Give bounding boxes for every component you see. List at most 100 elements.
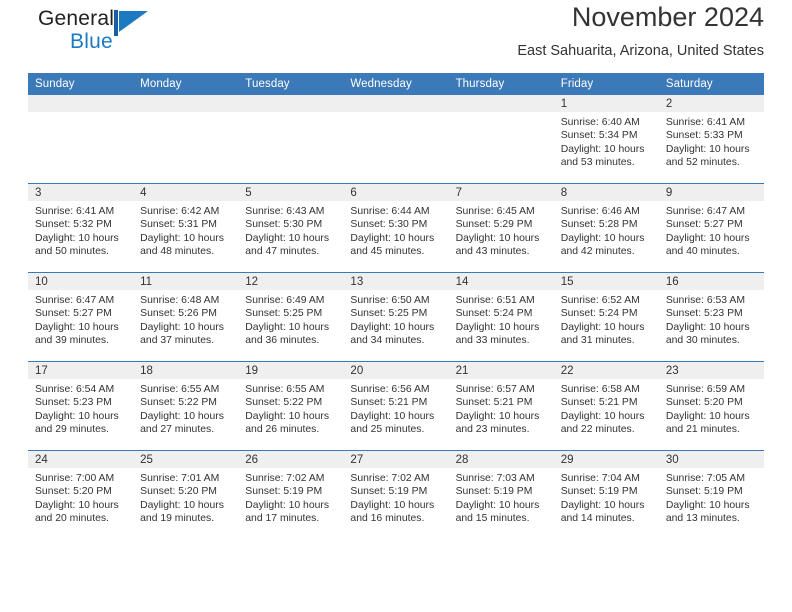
sunset-time: Sunset: 5:22 PM <box>245 397 323 409</box>
calendar-day-cell[interactable]: 7 Sunrise: 6:45 AM Sunset: 5:29 PM Daylight… <box>448 183 554 273</box>
daylight-duration-line1: Daylight: 10 hours <box>350 321 435 333</box>
sunset-time: Sunset: 5:22 PM <box>140 397 217 409</box>
day-number: 19 <box>238 362 344 379</box>
daylight-duration-line2: and 33 minutes. <box>455 334 530 346</box>
sunset-time: Sunset: 5:24 PM <box>455 308 533 320</box>
day-details: Sunrise: 7:04 AM Sunset: 5:19 PM Daylight:… <box>554 468 659 525</box>
calendar-day-cell[interactable]: 13 Sunrise: 6:50 AM Sunset: 5:25 PM Dayligh… <box>343 272 449 362</box>
calendar-cell-empty <box>448 95 554 184</box>
calendar-day-cell[interactable]: 9 Sunrise: 6:47 AM Sunset: 5:27 PM Daylight… <box>658 183 764 273</box>
sunrise-time: Sunrise: 6:59 AM <box>665 384 745 395</box>
day-number: 23 <box>658 362 764 379</box>
day-details: Sunrise: 7:00 AM Sunset: 5:20 PM Daylight:… <box>28 468 133 525</box>
daylight-duration-line2: and 23 minutes. <box>455 423 530 435</box>
daylight-duration-line1: Daylight: 10 hours <box>35 232 119 244</box>
daylight-duration-line1: Daylight: 10 hours <box>35 499 119 511</box>
calendar-day-cell[interactable]: 6 Sunrise: 6:44 AM Sunset: 5:30 PM Daylight… <box>343 183 449 273</box>
calendar-day-cell[interactable]: 28 Sunrise: 7:03 AM Sunset: 5:19 PM Dayligh… <box>448 450 554 539</box>
calendar-day-cell[interactable]: 30 Sunrise: 7:05 AM Sunset: 5:19 PM Dayligh… <box>658 450 764 539</box>
daylight-duration-line1: Daylight: 10 hours <box>350 499 435 511</box>
day-details: Sunrise: 6:51 AM Sunset: 5:24 PM Daylight:… <box>449 290 554 347</box>
day-number <box>238 95 344 112</box>
weekday-header-sunday: Sunday <box>28 73 134 95</box>
daylight-duration-line2: and 25 minutes. <box>350 423 425 435</box>
calendar-day-cell[interactable]: 19 Sunrise: 6:55 AM Sunset: 5:22 PM Dayligh… <box>238 361 344 451</box>
day-number: 28 <box>448 451 554 468</box>
day-number: 21 <box>448 362 554 379</box>
day-number: 1 <box>553 95 659 112</box>
daylight-duration-line2: and 20 minutes. <box>35 512 109 524</box>
sunrise-time: Sunrise: 6:47 AM <box>35 295 115 306</box>
day-number: 15 <box>553 273 659 290</box>
calendar-day-cell[interactable]: 29 Sunrise: 7:04 AM Sunset: 5:19 PM Dayligh… <box>553 450 659 539</box>
daylight-duration-line1: Daylight: 10 hours <box>140 321 224 333</box>
day-number: 18 <box>133 362 239 379</box>
day-details: Sunrise: 6:49 AM Sunset: 5:25 PM Daylight:… <box>238 290 343 347</box>
daylight-duration-line2: and 40 minutes. <box>665 245 740 257</box>
day-number: 14 <box>448 273 554 290</box>
sunrise-time: Sunrise: 6:55 AM <box>245 384 325 395</box>
sunset-time: Sunset: 5:25 PM <box>350 308 428 320</box>
day-number: 7 <box>448 184 554 201</box>
calendar-day-cell[interactable]: 10 Sunrise: 6:47 AM Sunset: 5:27 PM Dayligh… <box>28 272 134 362</box>
daylight-duration-line2: and 17 minutes. <box>245 512 320 524</box>
day-number: 5 <box>238 184 344 201</box>
calendar-day-cell[interactable]: 21 Sunrise: 6:57 AM Sunset: 5:21 PM Dayligh… <box>448 361 554 451</box>
daylight-duration-line1: Daylight: 10 hours <box>245 410 330 422</box>
daylight-duration-line1: Daylight: 10 hours <box>560 410 645 422</box>
day-number: 3 <box>28 184 134 201</box>
sunrise-time: Sunrise: 6:40 AM <box>560 117 640 128</box>
day-number <box>448 95 554 112</box>
day-details: Sunrise: 7:01 AM Sunset: 5:20 PM Daylight:… <box>133 468 238 525</box>
daylight-duration-line1: Daylight: 10 hours <box>245 321 330 333</box>
calendar-day-cell[interactable]: 12 Sunrise: 6:49 AM Sunset: 5:25 PM Dayligh… <box>238 272 344 362</box>
day-details: Sunrise: 6:41 AM Sunset: 5:32 PM Daylight:… <box>28 201 133 258</box>
daylight-duration-line1: Daylight: 10 hours <box>140 232 224 244</box>
sunrise-time: Sunrise: 6:57 AM <box>455 384 535 395</box>
calendar-day-cell[interactable]: 8 Sunrise: 6:46 AM Sunset: 5:28 PM Daylight… <box>553 183 659 273</box>
calendar-day-cell[interactable]: 1 Sunrise: 6:40 AM Sunset: 5:34 PM Daylight… <box>553 95 659 184</box>
calendar-day-cell[interactable]: 23 Sunrise: 6:59 AM Sunset: 5:20 PM Dayligh… <box>658 361 764 451</box>
calendar-day-cell[interactable]: 11 Sunrise: 6:48 AM Sunset: 5:26 PM Dayligh… <box>133 272 239 362</box>
daylight-duration-line2: and 22 minutes. <box>560 423 635 435</box>
day-number: 8 <box>553 184 659 201</box>
sunrise-time: Sunrise: 7:02 AM <box>350 473 430 484</box>
calendar-day-cell[interactable]: 14 Sunrise: 6:51 AM Sunset: 5:24 PM Dayligh… <box>448 272 554 362</box>
calendar-day-cell[interactable]: 3 Sunrise: 6:41 AM Sunset: 5:32 PM Daylight… <box>28 183 134 273</box>
daylight-duration-line1: Daylight: 10 hours <box>455 232 540 244</box>
calendar-cell-empty <box>133 95 239 184</box>
daylight-duration-line1: Daylight: 10 hours <box>245 499 330 511</box>
calendar-day-cell[interactable]: 25 Sunrise: 7:01 AM Sunset: 5:20 PM Dayligh… <box>133 450 239 539</box>
day-number: 2 <box>658 95 764 112</box>
calendar-day-cell[interactable]: 2 Sunrise: 6:41 AM Sunset: 5:33 PM Daylight… <box>658 95 764 184</box>
calendar-day-cell[interactable]: 24 Sunrise: 7:00 AM Sunset: 5:20 PM Dayligh… <box>28 450 134 539</box>
calendar-day-cell[interactable]: 26 Sunrise: 7:02 AM Sunset: 5:19 PM Dayligh… <box>238 450 344 539</box>
calendar-cell-empty <box>343 95 449 184</box>
day-details: Sunrise: 6:55 AM Sunset: 5:22 PM Daylight:… <box>238 379 343 436</box>
calendar-day-cell[interactable]: 22 Sunrise: 6:58 AM Sunset: 5:21 PM Dayligh… <box>553 361 659 451</box>
calendar-header-row: Sunday Monday Tuesday Wednesday Thursday… <box>28 73 764 95</box>
daylight-duration-line2: and 42 minutes. <box>560 245 635 257</box>
daylight-duration-line2: and 19 minutes. <box>140 512 215 524</box>
sunrise-time: Sunrise: 6:49 AM <box>245 295 325 306</box>
day-number: 12 <box>238 273 344 290</box>
day-number: 29 <box>553 451 659 468</box>
sunset-time: Sunset: 5:19 PM <box>245 486 323 498</box>
calendar-day-cell[interactable]: 4 Sunrise: 6:42 AM Sunset: 5:31 PM Daylight… <box>133 183 239 273</box>
daylight-duration-line2: and 34 minutes. <box>350 334 425 346</box>
calendar-body: 1 Sunrise: 6:40 AM Sunset: 5:34 PM Daylight… <box>28 95 764 539</box>
calendar-day-cell[interactable]: 20 Sunrise: 6:56 AM Sunset: 5:21 PM Dayligh… <box>343 361 449 451</box>
day-number: 9 <box>658 184 764 201</box>
brand-logo[interactable]: General Blue <box>38 8 218 64</box>
daylight-duration-line2: and 16 minutes. <box>350 512 425 524</box>
calendar-day-cell[interactable]: 16 Sunrise: 6:53 AM Sunset: 5:23 PM Dayligh… <box>658 272 764 362</box>
calendar-day-cell[interactable]: 27 Sunrise: 7:02 AM Sunset: 5:19 PM Dayligh… <box>343 450 449 539</box>
daylight-duration-line1: Daylight: 10 hours <box>665 499 750 511</box>
calendar-day-cell[interactable]: 18 Sunrise: 6:55 AM Sunset: 5:22 PM Dayligh… <box>133 361 239 451</box>
calendar-day-cell[interactable]: 17 Sunrise: 6:54 AM Sunset: 5:23 PM Dayligh… <box>28 361 134 451</box>
calendar-day-cell[interactable]: 5 Sunrise: 6:43 AM Sunset: 5:30 PM Daylight… <box>238 183 344 273</box>
sunset-time: Sunset: 5:29 PM <box>455 219 533 231</box>
calendar-day-cell[interactable]: 15 Sunrise: 6:52 AM Sunset: 5:24 PM Dayligh… <box>553 272 659 362</box>
weekday-header-thursday: Thursday <box>448 73 554 95</box>
day-number: 24 <box>28 451 134 468</box>
